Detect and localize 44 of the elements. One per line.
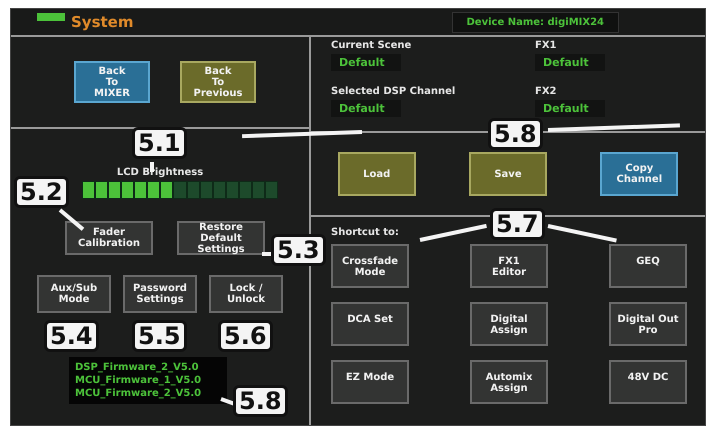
shortcut-button[interactable]: DCA Set: [331, 302, 409, 346]
firmware-version: MCU_Firmware_1_V5.0: [75, 374, 202, 387]
shortcut-button[interactable]: Digital Out Pro: [609, 302, 687, 346]
callout-number: 5.2: [14, 176, 69, 208]
callout-number: 5.6: [218, 320, 273, 352]
shortcut-button[interactable]: 48V DC: [609, 360, 687, 404]
shortcut-button[interactable]: FX1 Editor: [470, 244, 548, 288]
scene-button[interactable]: Copy Channel: [600, 152, 678, 196]
callout-number: 5.8: [488, 118, 543, 150]
status-label: FX2: [535, 86, 558, 96]
settings-button[interactable]: Aux/Sub Mode: [37, 275, 111, 313]
firmware-version: DSP_Firmware_2_V5.0: [75, 361, 200, 374]
settings-button[interactable]: Fader Calibration: [65, 221, 153, 255]
status-value: Default: [331, 54, 401, 71]
callout-number: 5.8: [233, 385, 288, 417]
brightness-meter[interactable]: [82, 181, 278, 199]
firmware-version: MCU_Firmware_2_V5.0: [75, 387, 202, 400]
nav-button[interactable]: Back To MIXER: [74, 61, 150, 103]
shortcut-button[interactable]: Automix Assign: [470, 360, 548, 404]
status-value: Default: [535, 54, 605, 71]
scene-button[interactable]: Load: [338, 152, 416, 196]
shortcut-label: Shortcut to:: [331, 227, 399, 238]
status-label: FX1: [535, 40, 558, 51]
title-accent-bar: [37, 13, 65, 21]
shortcut-button[interactable]: Digital Assign: [470, 302, 548, 346]
settings-button[interactable]: Password Settings: [123, 275, 197, 313]
device-name: Device Name: digiMIX24: [452, 12, 619, 32]
shortcut-button[interactable]: Crossfade Mode: [331, 244, 409, 288]
callout-number: 5.7: [490, 208, 545, 240]
shortcut-button[interactable]: GEQ: [609, 244, 687, 288]
window-title: System: [71, 13, 134, 31]
callout-number: 5.4: [44, 320, 99, 352]
settings-button[interactable]: Lock / Unlock: [209, 275, 283, 313]
callout-number: 5.5: [132, 320, 187, 352]
status-value: Default: [331, 100, 401, 116]
scene-button[interactable]: Save: [468, 152, 547, 196]
settings-button[interactable]: Restore Default Settings: [177, 221, 265, 255]
status-label: Selected DSP Channel: [331, 86, 456, 96]
callout-number: 5.1: [132, 127, 187, 159]
shortcut-button[interactable]: EZ Mode: [331, 360, 409, 404]
status-label: Current Scene: [331, 40, 412, 51]
callout-number: 5.3: [271, 234, 326, 266]
nav-button[interactable]: Back To Previous: [180, 61, 256, 103]
status-value: Default: [535, 100, 605, 116]
